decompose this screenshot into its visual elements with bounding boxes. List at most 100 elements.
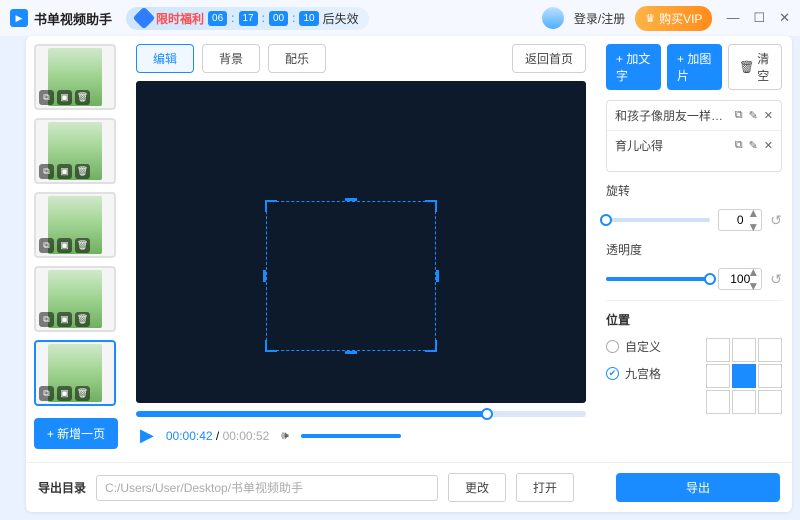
buy-vip-button[interactable]: ♛购买VIP xyxy=(635,6,712,31)
clear-button[interactable]: 🗑清空 xyxy=(728,44,782,90)
layer-item[interactable]: 和孩子像朋友一样相处和孩子像⧉✎✕ xyxy=(607,101,781,130)
opacity-reset-icon[interactable]: ↺ xyxy=(770,271,782,288)
opacity-knob[interactable] xyxy=(704,273,716,285)
app-logo-icon xyxy=(10,9,28,27)
copy-icon[interactable]: ⧉ xyxy=(39,238,54,253)
timeline-knob[interactable] xyxy=(481,408,493,420)
inspector-panel: + 加文字 + 加图片 🗑清空 和孩子像朋友一样相处和孩子像⧉✎✕ 育儿心得⧉✎… xyxy=(596,36,792,462)
layer-item[interactable]: 育儿心得⧉✎✕ xyxy=(607,130,781,160)
change-path-button[interactable]: 更改 xyxy=(448,473,506,502)
rotate-reset-icon[interactable]: ↺ xyxy=(770,212,782,229)
add-image-button[interactable]: + 加图片 xyxy=(667,44,722,90)
position-grid xyxy=(706,338,782,414)
handle-b[interactable] xyxy=(345,351,357,354)
copy-icon[interactable]: ⧉ xyxy=(39,164,54,179)
tab-music[interactable]: 配乐 xyxy=(268,44,326,73)
tab-edit[interactable]: 编辑 xyxy=(136,44,194,73)
delete-icon[interactable]: 🗑 xyxy=(75,238,90,253)
app-title: 书单视频助手 xyxy=(34,9,112,28)
avatar-icon[interactable] xyxy=(542,7,564,29)
opacity-slider[interactable] xyxy=(606,277,710,281)
layer-list: 和孩子像朋友一样相处和孩子像⧉✎✕ 育儿心得⧉✎✕ xyxy=(606,100,782,172)
position-custom-radio[interactable]: 自定义 xyxy=(606,338,661,355)
timeline[interactable] xyxy=(136,411,586,417)
handle-r[interactable] xyxy=(436,270,439,282)
promo-banner[interactable]: 限时福利 06: 17: 00: 10 后失效 xyxy=(126,7,369,30)
image-icon[interactable]: ▣ xyxy=(57,312,72,327)
time-total: 00:00:52 xyxy=(223,429,270,443)
login-link[interactable]: 登录/注册 xyxy=(574,10,625,27)
back-home-button[interactable]: 返回首页 xyxy=(512,44,586,73)
delete-icon[interactable]: ✕ xyxy=(764,139,773,152)
grid-cell[interactable] xyxy=(732,390,756,414)
delete-icon[interactable]: 🗑 xyxy=(75,386,90,401)
time-current: 00:00:42 xyxy=(166,429,213,443)
selection-box[interactable] xyxy=(266,201,436,351)
edit-icon[interactable]: ✎ xyxy=(749,139,758,152)
delete-icon[interactable]: ✕ xyxy=(764,109,773,122)
open-path-button[interactable]: 打开 xyxy=(516,473,574,502)
handle-br[interactable] xyxy=(425,340,437,352)
delete-icon[interactable]: 🗑 xyxy=(75,312,90,327)
grid-cell-selected[interactable] xyxy=(732,364,756,388)
delete-icon[interactable]: 🗑 xyxy=(75,90,90,105)
grid-cell[interactable] xyxy=(758,390,782,414)
rotate-knob[interactable] xyxy=(600,214,612,226)
duplicate-icon[interactable]: ⧉ xyxy=(735,139,743,152)
handle-tr[interactable] xyxy=(425,200,437,212)
thumb-4[interactable]: ⧉▣🗑 xyxy=(34,266,116,332)
tab-background[interactable]: 背景 xyxy=(202,44,260,73)
position-grid-radio[interactable]: 九宫格 xyxy=(606,365,661,382)
grid-cell[interactable] xyxy=(706,338,730,362)
minimize-button[interactable]: — xyxy=(726,10,739,26)
thumb-2[interactable]: ⧉▣🗑 xyxy=(34,118,116,184)
main-panel: ⧉▣🗑 ⧉▣🗑 ⧉▣🗑 ⧉▣🗑 ⧉▣🗑 + 新增一页 编辑 背景 配乐 返回首页 xyxy=(26,36,792,512)
play-button[interactable]: ▶ xyxy=(140,425,154,446)
delete-icon[interactable]: 🗑 xyxy=(75,164,90,179)
duplicate-icon[interactable]: ⧉ xyxy=(735,109,743,122)
edit-icon[interactable]: ✎ xyxy=(749,109,758,122)
rotate-slider[interactable] xyxy=(606,218,710,222)
export-dir-label: 导出目录 xyxy=(38,479,86,496)
opacity-input[interactable]: 100▲▼ xyxy=(718,268,762,290)
grid-cell[interactable] xyxy=(732,338,756,362)
add-page-button[interactable]: + 新增一页 xyxy=(34,418,118,449)
grid-cell[interactable] xyxy=(706,390,730,414)
grid-cell[interactable] xyxy=(758,338,782,362)
handle-tl[interactable] xyxy=(265,200,277,212)
rotate-input[interactable]: 0▲▼ xyxy=(718,209,762,231)
copy-icon[interactable]: ⧉ xyxy=(39,312,54,327)
export-button[interactable]: 导出 xyxy=(616,473,780,502)
crown-icon: ♛ xyxy=(645,12,655,25)
thumb-5[interactable]: ⧉▣🗑 xyxy=(34,340,116,406)
thumb-3[interactable]: ⧉▣🗑 xyxy=(34,192,116,258)
copy-icon[interactable]: ⧉ xyxy=(39,90,54,105)
timer-ms: 10 xyxy=(299,11,318,26)
image-icon[interactable]: ▣ xyxy=(57,386,72,401)
volume-slider[interactable] xyxy=(301,434,401,438)
titlebar: 书单视频助手 限时福利 06: 17: 00: 10 后失效 登录/注册 ♛购买… xyxy=(0,0,800,36)
handle-t[interactable] xyxy=(345,198,357,201)
opacity-label: 透明度 xyxy=(606,241,646,258)
handle-bl[interactable] xyxy=(265,340,277,352)
editor-center: 编辑 背景 配乐 返回首页 xyxy=(126,36,596,462)
maximize-button[interactable]: ☐ xyxy=(753,10,765,26)
thumb-1[interactable]: ⧉▣🗑 xyxy=(34,44,116,110)
volume-icon[interactable]: 🕪 xyxy=(281,428,289,443)
grid-cell[interactable] xyxy=(706,364,730,388)
grid-cell[interactable] xyxy=(758,364,782,388)
image-icon[interactable]: ▣ xyxy=(57,238,72,253)
add-text-button[interactable]: + 加文字 xyxy=(606,44,661,90)
handle-l[interactable] xyxy=(263,270,266,282)
timeline-progress xyxy=(136,411,487,417)
image-icon[interactable]: ▣ xyxy=(57,164,72,179)
timer-sec: 00 xyxy=(269,11,288,26)
page-thumbnails: ⧉▣🗑 ⧉▣🗑 ⧉▣🗑 ⧉▣🗑 ⧉▣🗑 + 新增一页 xyxy=(26,36,126,462)
position-title: 位置 xyxy=(606,311,782,328)
copy-icon[interactable]: ⧉ xyxy=(39,386,54,401)
export-path-input[interactable]: C:/Users/User/Desktop/书单视频助手 xyxy=(96,475,438,501)
canvas[interactable] xyxy=(136,81,586,403)
rotate-label: 旋转 xyxy=(606,182,646,199)
close-button[interactable]: ✕ xyxy=(779,10,790,26)
image-icon[interactable]: ▣ xyxy=(57,90,72,105)
